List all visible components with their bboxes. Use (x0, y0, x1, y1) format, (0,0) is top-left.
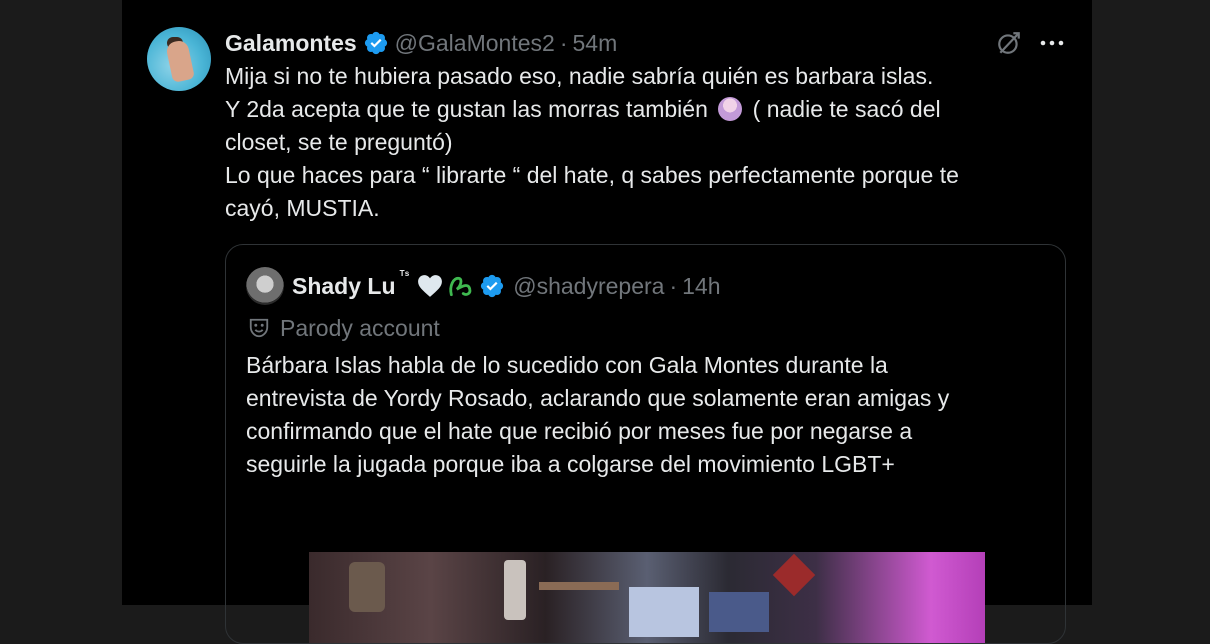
media-lamp (504, 560, 526, 620)
quoted-author-name-suffix: ᵀˢ (399, 267, 410, 282)
quoted-tweet-header: Shady Lu ᵀˢ @shadyrepera · 14h (292, 268, 721, 303)
woman-facepalming-emoji-icon (718, 97, 743, 121)
quoted-author-display-name[interactable]: Shady Lu ᵀˢ (292, 268, 409, 300)
tweet-line: Y 2da acepta que te gustan las morras ta… (225, 93, 1065, 126)
author-handle[interactable]: @GalaMontes2 (395, 30, 555, 57)
quoted-author-name-text: Shady Lu (292, 272, 396, 299)
green-snake-symbol-icon (449, 277, 472, 297)
verified-badge-icon[interactable] (479, 273, 505, 299)
media-decoration (772, 553, 816, 597)
quoted-tweet-body: Bárbara Islas habla de lo sucedido con G… (246, 349, 1046, 481)
performing-arts-mask-icon (249, 318, 269, 338)
quoted-header-separator: · (669, 272, 678, 299)
more-options-icon[interactable] (1038, 30, 1066, 56)
media-screen (629, 587, 699, 637)
quoted-tweet-line: seguirle la jugada porque iba a colgarse… (246, 451, 895, 477)
quoted-author-handle[interactable]: @shadyrepera (513, 273, 664, 300)
header-separator: · (559, 29, 568, 56)
grok-icon[interactable] (996, 30, 1022, 56)
parody-account-label: Parody account (248, 313, 440, 343)
tweet-line: Mija si no te hubiera pasado eso, nadie … (225, 63, 934, 89)
quoted-tweet-line: Bárbara Islas habla de lo sucedido con G… (246, 352, 888, 378)
quoted-tweet-card[interactable]: Shady Lu ᵀˢ @shadyrepera · 14h Parody acc… (225, 244, 1066, 644)
tweet-line: cayó, MUSTIA. (225, 195, 380, 221)
author-avatar[interactable] (147, 27, 211, 91)
quoted-author-avatar[interactable] (246, 267, 284, 305)
white-heart-icon (418, 275, 443, 297)
media-screen-secondary (709, 592, 769, 632)
parody-label-text: Parody account (280, 314, 440, 341)
tweet-timestamp[interactable]: 54m (572, 30, 617, 57)
author-display-name[interactable]: Galamontes (225, 30, 357, 57)
quoted-tweet-timestamp[interactable]: 14h (682, 273, 720, 300)
quoted-tweet-line: confirmando que el hate que recibió por … (246, 418, 913, 444)
tweet-line-segment: ( nadie te sacó del (752, 96, 941, 122)
tweet-line-segment: Y 2da acepta que te gustan las morras ta… (225, 96, 708, 122)
tweet-body: Mija si no te hubiera pasado eso, nadie … (225, 60, 1065, 225)
media-shelf (539, 582, 619, 590)
quoted-tweet-media[interactable] (309, 552, 985, 643)
tweet-header: Galamontes @GalaMontes2 · 54m (225, 28, 617, 58)
avatar-figure (165, 39, 195, 83)
tweet-line: Lo que haces para “ librarte “ del hate,… (225, 162, 959, 188)
quoted-tweet-line: entrevista de Yordy Rosado, aclarando qu… (246, 385, 950, 411)
tweet-line: closet, se te preguntó) (225, 129, 453, 155)
verified-badge-icon[interactable] (363, 30, 389, 56)
